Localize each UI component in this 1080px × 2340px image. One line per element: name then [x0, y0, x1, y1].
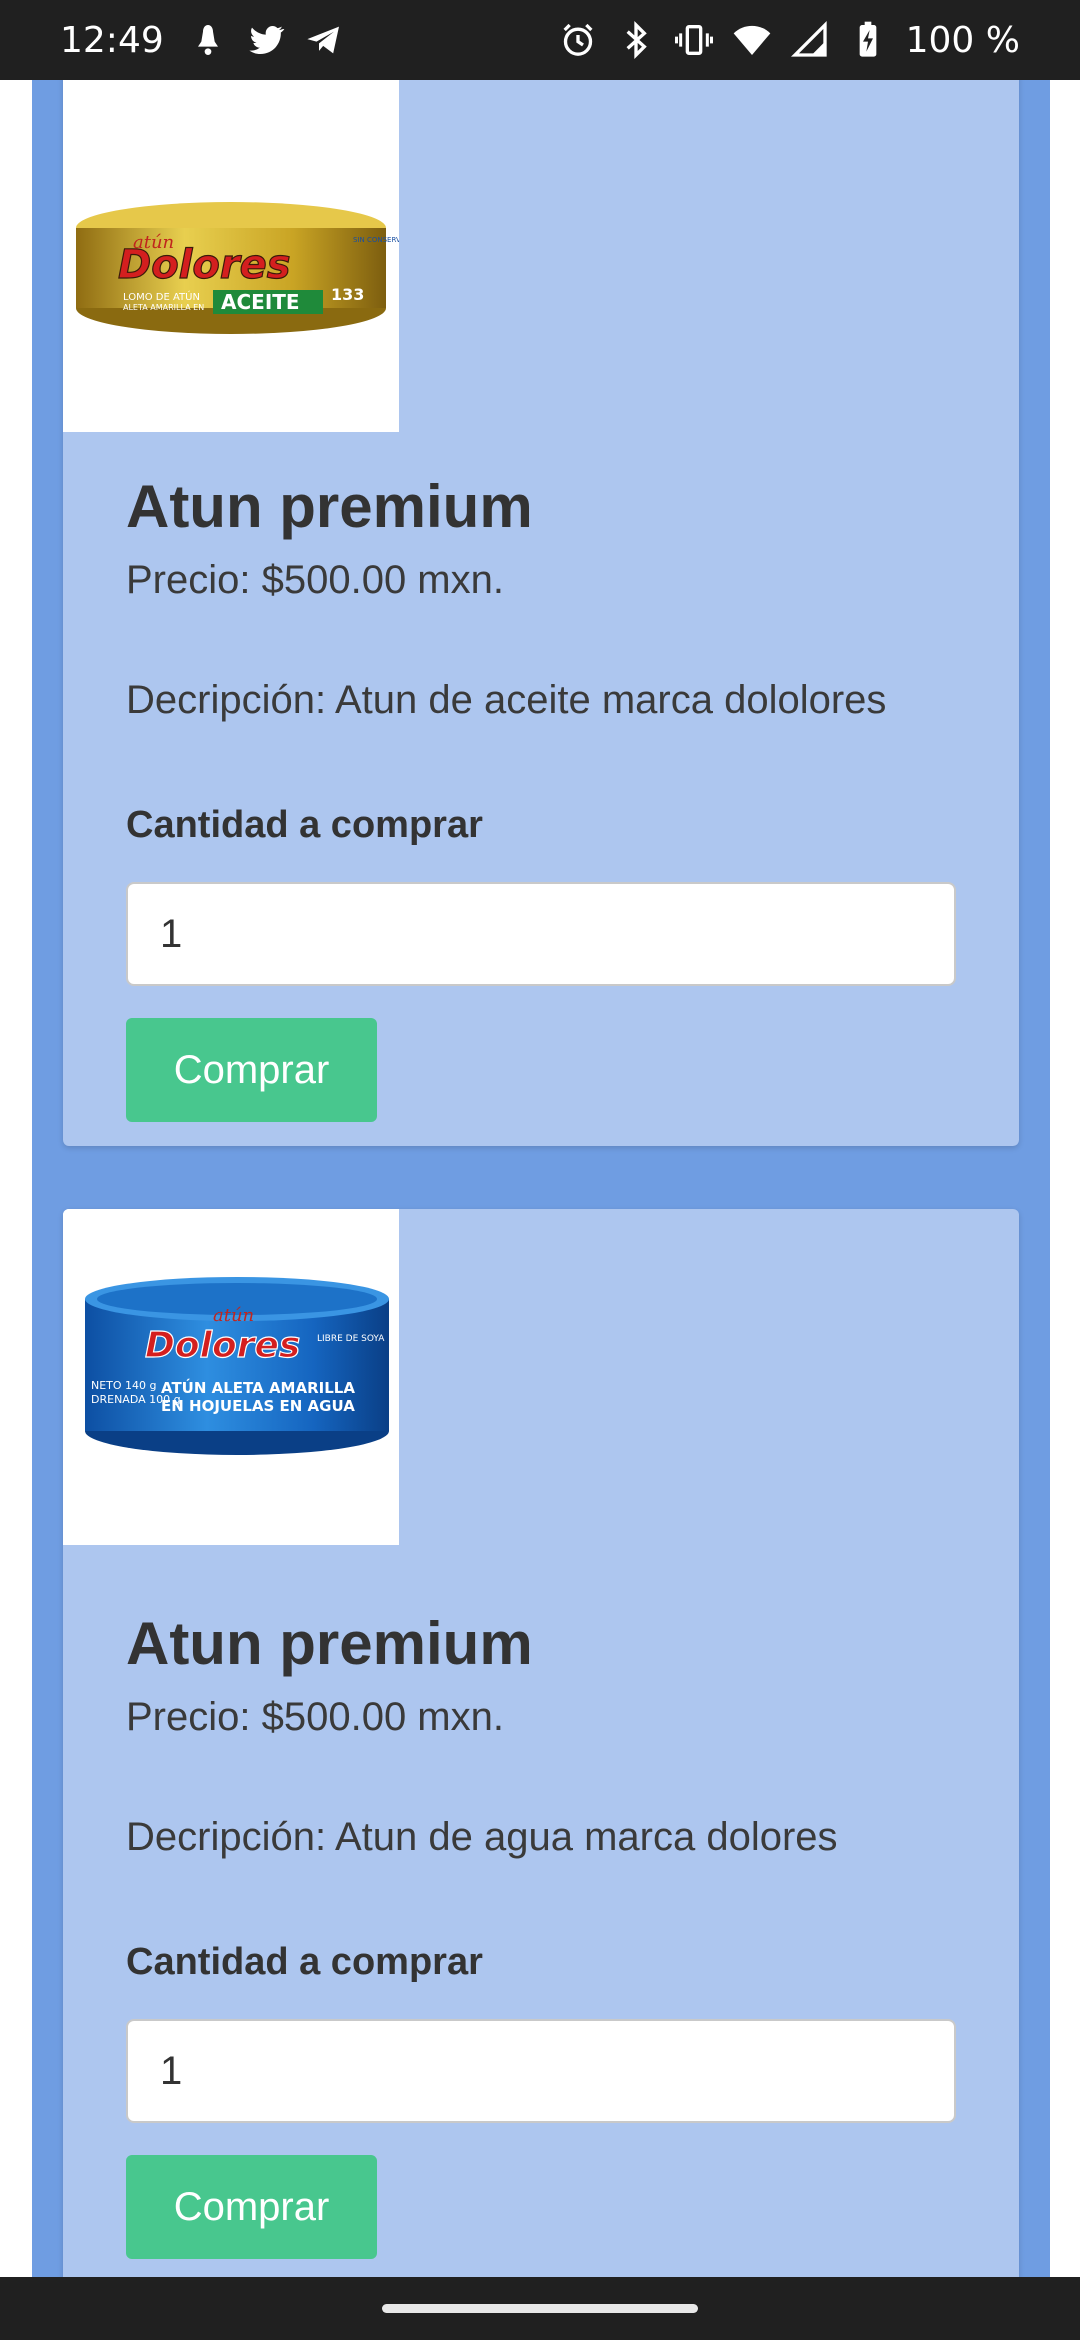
- buy-button[interactable]: Comprar: [126, 1018, 377, 1122]
- vibrate-icon: [674, 25, 713, 55]
- status-time: 12:49: [60, 19, 164, 61]
- product-card: atún Dolores SIN CONSERVADORES LOMO DE A…: [63, 80, 1019, 1146]
- product-page[interactable]: atún Dolores SIN CONSERVADORES LOMO DE A…: [0, 80, 1080, 2277]
- signal-icon: [790, 20, 827, 57]
- product-card: atún Dolores LIBRE DE SOYA NETO 140 g DR…: [63, 1209, 1019, 2277]
- product-price: Precio: $500.00 mxn.: [126, 1695, 504, 1739]
- twitter-icon: [249, 26, 285, 54]
- product-price: Precio: $500.00 mxn.: [126, 558, 504, 602]
- home-indicator[interactable]: [382, 2304, 698, 2313]
- notification-icon: [197, 25, 218, 55]
- quantity-input[interactable]: [126, 882, 956, 986]
- bluetooth-icon: [626, 20, 647, 60]
- can-brand-text: Dolores: [145, 1325, 300, 1366]
- can-line1-text: LOMO DE ATÚN: [123, 290, 200, 303]
- can-line1-text: ATÚN ALETA AMARILLA: [161, 1378, 355, 1397]
- can-brand-text: Dolores: [118, 242, 291, 288]
- battery-percentage: 100 %: [905, 19, 1020, 61]
- can-badge-text: LIBRE DE SOYA: [317, 1334, 385, 1344]
- buy-button[interactable]: Comprar: [126, 2155, 377, 2259]
- can-line2-text: ALETA AMARILLA EN: [123, 303, 204, 312]
- can-line2-text: EN HOJUELAS EN AGUA: [161, 1397, 355, 1415]
- alarm-icon: [563, 23, 593, 56]
- can-corner-text: SIN CONSERVADORES: [353, 236, 399, 244]
- product-description: Decripción: Atun de agua marca dolores: [126, 1815, 838, 1859]
- product-title: Atun premium: [126, 473, 533, 540]
- can-kind-text: ACEITE: [221, 290, 300, 314]
- can-net1-text: NETO 140 g: [91, 1379, 157, 1392]
- quantity-label: Cantidad a comprar: [126, 804, 483, 846]
- tuna-can-oil-icon: atún Dolores SIN CONSERVADORES LOMO DE A…: [63, 80, 399, 432]
- wifi-icon: [733, 25, 770, 55]
- status-bar: 12:49 100 %: [0, 0, 1080, 80]
- quantity-input[interactable]: [126, 2019, 956, 2123]
- can-sub-text: atún: [213, 1305, 254, 1326]
- tuna-can-water-icon: atún Dolores LIBRE DE SOYA NETO 140 g DR…: [63, 1209, 399, 1545]
- quantity-label: Cantidad a comprar: [126, 1941, 483, 1983]
- product-image[interactable]: atún Dolores SIN CONSERVADORES LOMO DE A…: [63, 80, 399, 432]
- battery-charging-icon: [859, 21, 876, 57]
- navigation-bar: [0, 2277, 1080, 2340]
- status-right-icons: 100 %: [558, 20, 1020, 61]
- can-weight-text: 133: [331, 285, 364, 304]
- product-image[interactable]: atún Dolores LIBRE DE SOYA NETO 140 g DR…: [63, 1209, 399, 1545]
- status-left-icons: [188, 20, 344, 60]
- product-description: Decripción: Atun de aceite marca dololor…: [126, 678, 887, 722]
- product-title: Atun premium: [126, 1610, 533, 1677]
- telegram-icon: [307, 26, 339, 54]
